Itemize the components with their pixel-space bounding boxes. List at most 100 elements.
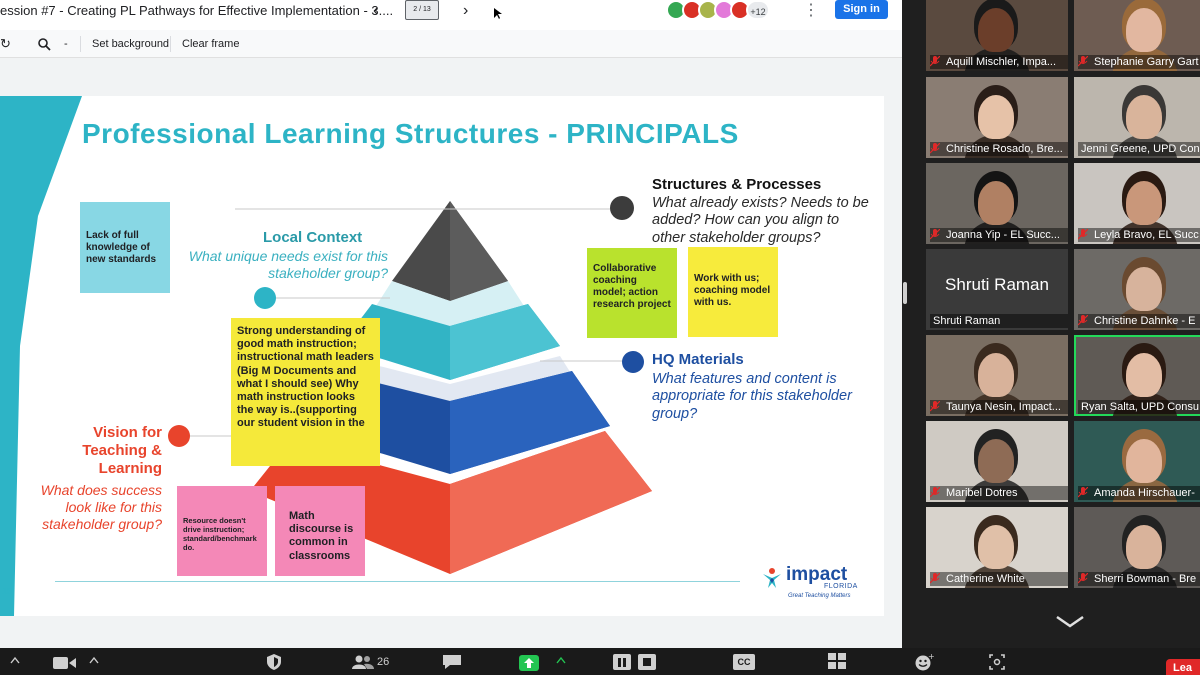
participant-video-face — [978, 525, 1014, 569]
participant-tile[interactable]: Jenni Greene, UPD Con — [1074, 77, 1200, 158]
participant-name-label: Shruti Raman — [930, 314, 1068, 328]
share-arrow-icon — [524, 658, 534, 668]
hq-materials-dot — [622, 351, 644, 373]
muted-mic-icon — [930, 401, 940, 412]
set-background-button[interactable]: Set background — [92, 38, 169, 50]
muted-mic-icon — [930, 56, 940, 67]
share-screen-button[interactable] — [519, 655, 539, 671]
participant-video-face — [978, 181, 1014, 225]
muted-mic-icon — [930, 573, 940, 584]
redo-icon[interactable]: ↻ — [0, 36, 11, 52]
chevron-left-icon[interactable]: ‹ — [373, 2, 378, 20]
slide-baseline — [55, 581, 740, 582]
share-caret-icon[interactable] — [556, 656, 566, 664]
participant-name-label: Catherine White — [930, 572, 1068, 586]
zoom-icon[interactable] — [38, 38, 51, 51]
pause-share-button[interactable] — [613, 654, 631, 670]
splitter-handle[interactable] — [903, 282, 907, 304]
participant-name-label: Christine Dahnke - E — [1078, 314, 1200, 328]
sticky-note-lack-knowledge[interactable]: Lack of full knowledge of new standards — [80, 202, 170, 293]
reactions-icon[interactable]: + — [914, 653, 934, 671]
breakout-rooms-icon[interactable] — [828, 653, 848, 671]
participant-tile[interactable]: Taunya Nesin, Impact... — [926, 335, 1068, 416]
sticky-note-work-with-us[interactable]: Work with us; coaching model with us. — [688, 247, 778, 337]
slide-number: 15 — [2, 586, 13, 596]
participant-tile[interactable]: Leyla Bravo, EL Succ — [1074, 163, 1200, 244]
mic-caret-icon[interactable] — [10, 656, 20, 664]
muted-mic-icon — [1078, 315, 1088, 326]
sign-in-button[interactable]: Sign in — [835, 0, 888, 19]
jamboard-top-bar: ession #7 - Creating PL Pathways for Eff… — [0, 0, 902, 30]
participant-tile[interactable]: Sherri Bowman - Bre — [1074, 507, 1200, 588]
chevron-down-icon[interactable] — [1055, 614, 1085, 630]
structures-question: What already exists? Needs to be added? … — [652, 195, 869, 246]
vision-dot — [168, 425, 190, 447]
participant-name-avatar: Shruti Raman — [945, 275, 1049, 294]
local-context-dot — [254, 287, 276, 309]
pause-icon — [618, 658, 626, 667]
security-shield-icon[interactable] — [266, 653, 282, 671]
local-context-question: What unique needs exist for this stakeho… — [188, 248, 388, 281]
sticky-note-math-discourse[interactable]: Math discourse is common in classrooms — [275, 486, 365, 576]
apps-icon[interactable] — [988, 653, 1006, 671]
participant-tile[interactable]: Catherine White — [926, 507, 1068, 588]
participant-video-face — [1126, 8, 1162, 52]
leave-button[interactable]: Lea — [1166, 659, 1200, 675]
participant-name-label: Maribel Dotres — [930, 486, 1068, 500]
slide-frame[interactable]: Professional Learning Structures - PRINC… — [0, 96, 884, 616]
more-vert-icon[interactable]: ⋮ — [803, 0, 819, 20]
meeting-control-bar: 26 CC + — [0, 648, 1200, 675]
slide-title: Professional Learning Structures - PRINC… — [82, 118, 739, 149]
jamboard-toolbar: ↻ - Set background Clear frame — [0, 30, 902, 58]
participant-video-face — [978, 439, 1014, 483]
participant-name-label: Stephanie Garry Gart — [1078, 55, 1200, 69]
participant-tile[interactable]: Maribel Dotres — [926, 421, 1068, 502]
participant-name-label: Taunya Nesin, Impact... — [930, 400, 1068, 414]
participant-video-face — [1126, 181, 1162, 225]
shared-screen: ession #7 - Creating PL Pathways for Eff… — [0, 0, 902, 648]
participant-tile[interactable]: Joanna Yip - EL Succ... — [926, 163, 1068, 244]
stop-icon — [643, 658, 651, 666]
toolbar-divider — [80, 36, 81, 52]
page-indicator[interactable]: 2 / 13 — [405, 0, 439, 20]
muted-mic-icon — [1078, 573, 1088, 584]
participant-tile[interactable]: Amanda Hirschauer- — [1074, 421, 1200, 502]
video-caret-icon[interactable] — [89, 656, 99, 664]
participant-name-label: Amanda Hirschauer- — [1078, 486, 1200, 500]
sticky-note-strong-understanding[interactable]: Strong understanding of good math instru… — [231, 318, 380, 466]
participant-tile[interactable]: Shruti Raman Shruti Raman — [926, 249, 1068, 330]
participant-name-label: Leyla Bravo, EL Succ — [1078, 228, 1200, 242]
document-title[interactable]: ession #7 - Creating PL Pathways for Eff… — [0, 3, 393, 18]
svg-text:+: + — [928, 653, 934, 661]
zoom-minus-button[interactable]: - — [64, 38, 68, 50]
stop-share-button[interactable] — [638, 654, 656, 670]
participant-video-face — [978, 353, 1014, 397]
participants-icon[interactable] — [352, 655, 374, 669]
closed-caption-button[interactable]: CC — [733, 654, 755, 670]
participant-video-face — [1126, 95, 1162, 139]
sticky-note-collaborative[interactable]: Collaborative coaching model; action res… — [587, 248, 677, 338]
participant-tile[interactable]: Aquill Mischler, Impa... — [926, 0, 1068, 71]
clear-frame-button[interactable]: Clear frame — [182, 38, 239, 50]
participant-tile[interactable]: Ryan Salta, UPD Consu — [1074, 335, 1200, 416]
chat-icon[interactable] — [442, 654, 462, 670]
teal-side-band — [0, 96, 82, 616]
participant-tile[interactable]: Christine Dahnke - E — [1074, 249, 1200, 330]
logo-tagline: Great Teaching Matters — [788, 593, 851, 599]
muted-mic-icon — [930, 143, 940, 154]
participant-video-face — [978, 95, 1014, 139]
chevron-right-icon[interactable]: › — [463, 2, 468, 20]
zoom-window: ession #7 - Creating PL Pathways for Eff… — [0, 0, 1200, 675]
participant-video-face — [1126, 267, 1162, 311]
mouse-cursor-icon — [494, 8, 502, 19]
sticky-note-resource[interactable]: Resource doesn't drive instruction; stan… — [177, 486, 267, 576]
participant-tile[interactable]: Christine Rosado, Bre... — [926, 77, 1068, 158]
slide-graphics — [0, 96, 652, 616]
video-camera-icon[interactable] — [53, 656, 77, 670]
muted-mic-icon — [1078, 229, 1088, 240]
logo-state: FLORIDA — [824, 583, 858, 590]
participant-name-label: Ryan Salta, UPD Consu — [1078, 400, 1200, 414]
more-collaborators-count[interactable]: +12 — [746, 0, 770, 20]
participant-video-face — [1126, 439, 1162, 483]
participant-tile[interactable]: Stephanie Garry Gart — [1074, 0, 1200, 71]
